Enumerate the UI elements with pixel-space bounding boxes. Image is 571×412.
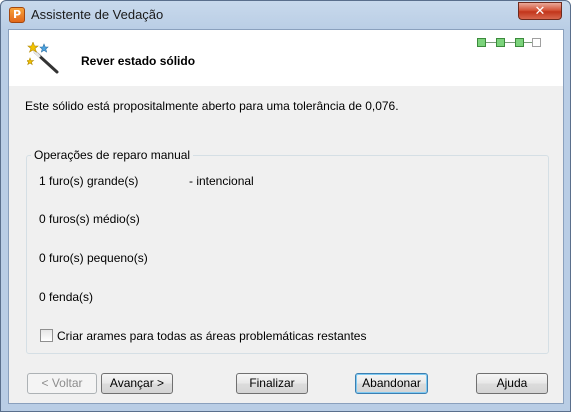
window-title: Assistente de Vedação: [31, 7, 164, 22]
medium-holes-label: 0 furos(s) médio(s): [39, 212, 140, 226]
progress-step: [496, 38, 505, 47]
group-title: Operações de reparo manual: [31, 148, 194, 162]
large-holes-label: 1 furo(s) grande(s): [39, 174, 139, 188]
create-wires-checkbox[interactable]: [40, 329, 53, 342]
progress-line: [479, 42, 539, 43]
magic-wand-icon: [27, 42, 59, 74]
help-button[interactable]: Ajuda: [476, 373, 548, 394]
create-wires-label[interactable]: Criar arames para todas as áreas problem…: [57, 329, 366, 343]
back-button[interactable]: < Voltar: [27, 373, 97, 394]
large-holes-status: - intencional: [189, 174, 254, 188]
progress-step: [532, 38, 541, 47]
close-button[interactable]: ✕: [518, 2, 562, 20]
tolerance-description: Este sólido está propositalmente aberto …: [25, 99, 399, 113]
page-title: Rever estado sólido: [81, 54, 196, 68]
wizard-client-area: Rever estado sólido Este sólido está pro…: [8, 29, 564, 404]
abandon-button[interactable]: Abandonar: [355, 373, 428, 394]
progress-step: [477, 38, 486, 47]
wizard-header: Rever estado sólido: [9, 30, 563, 86]
slits-label: 0 fenda(s): [39, 290, 94, 304]
progress-step: [515, 38, 524, 47]
small-holes-label: 0 furo(s) pequeno(s): [39, 251, 148, 265]
title-bar[interactable]: P Assistente de Vedação ✕: [1, 1, 570, 29]
finish-button[interactable]: Finalizar: [236, 373, 308, 394]
app-icon: P: [9, 7, 25, 23]
wizard-window: P Assistente de Vedação ✕ Rever estado s…: [0, 0, 571, 412]
next-button[interactable]: Avançar >: [101, 373, 173, 394]
wizard-progress-indicator: [477, 37, 543, 49]
